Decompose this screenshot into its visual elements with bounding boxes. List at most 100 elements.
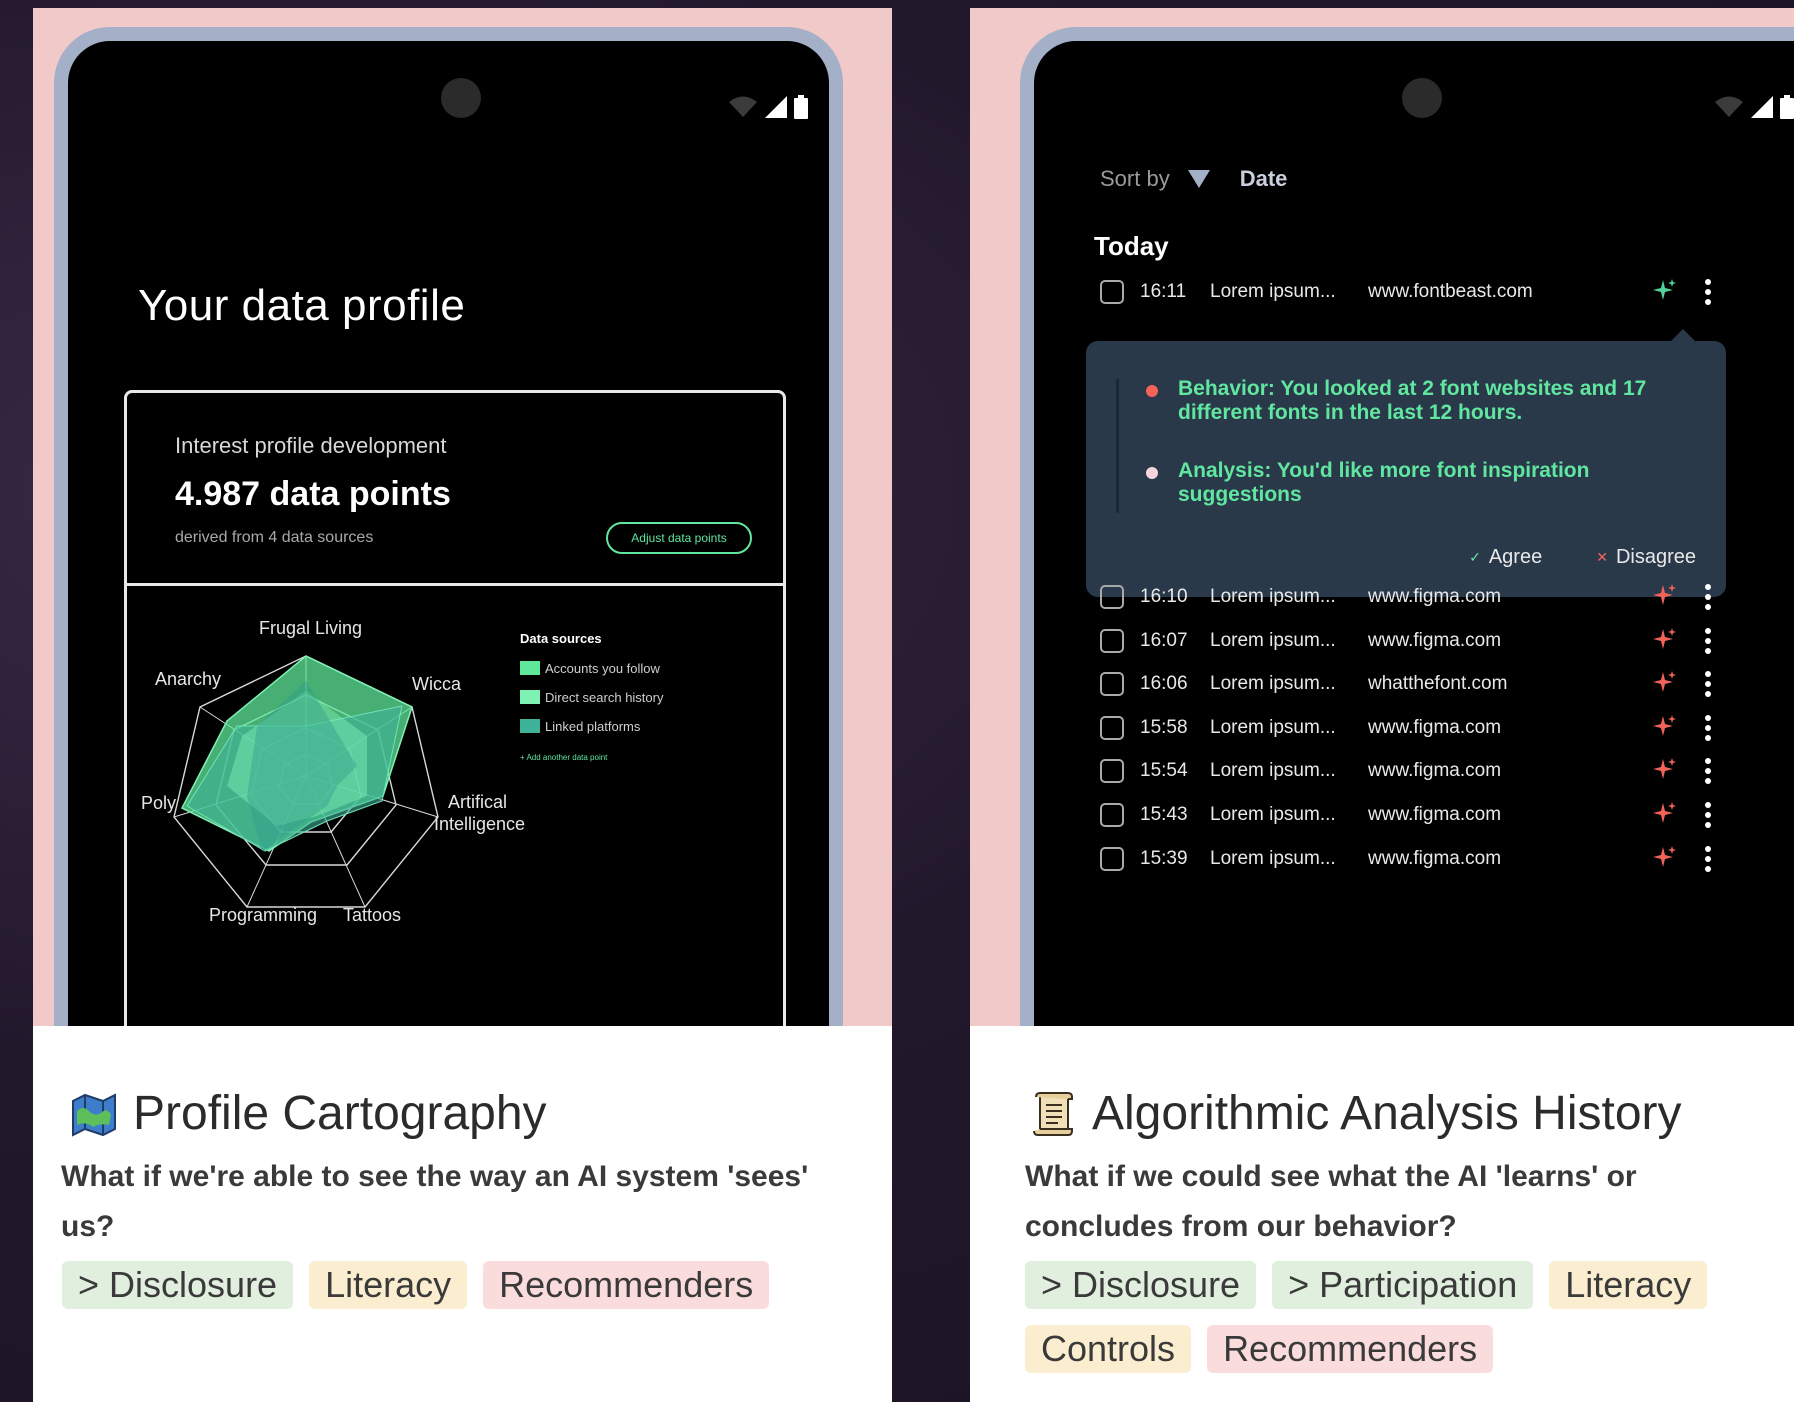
disagree-label: Disagree [1615,546,1696,568]
row-site: www.figma.com [1368,717,1502,738]
tag-recommenders[interactable]: Recommenders [1207,1325,1494,1373]
more-options-icon[interactable] [1704,583,1712,611]
sparkle-icon[interactable] [1652,845,1678,871]
signal-icon [765,96,787,118]
row-time: 15:58 [1140,717,1188,738]
card-title: Algorithmic Analysis History [1092,1087,1682,1140]
behavior-dot [1146,385,1158,397]
sparkle-icon[interactable] [1652,714,1678,740]
sparkle-icon[interactable] [1652,627,1678,653]
more-options-icon[interactable] [1704,845,1712,873]
popup-actions: ✓ Agree ✕ Disagree [1469,546,1696,569]
row-site: www.figma.com [1368,586,1502,607]
status-bar [1714,95,1794,119]
more-options-icon[interactable] [1704,627,1712,655]
row-checkbox[interactable] [1100,585,1124,609]
row-time: 15:39 [1140,848,1188,869]
sparkle-icon[interactable] [1652,278,1678,304]
legend-item-3: Linked platforms [545,719,641,734]
history-row[interactable]: 15:39 Lorem ipsum... www.figma.com [1100,839,1794,879]
row-checkbox[interactable] [1100,716,1124,740]
more-options-icon[interactable] [1704,670,1712,698]
row-description: Lorem ipsum... [1210,673,1336,694]
analysis-text: Analysis: You'd like more font inspirati… [1178,459,1590,506]
history-row[interactable]: 16:10 Lorem ipsum... www.figma.com [1100,577,1794,617]
add-data-point-link[interactable]: + Add another data point [520,753,608,762]
row-time: 16:06 [1140,673,1188,694]
legend-title: Data sources [520,631,602,646]
sparkle-icon[interactable] [1652,801,1678,827]
sparkle-icon[interactable] [1652,757,1678,783]
history-row[interactable]: 15:54 Lorem ipsum... www.figma.com [1100,751,1794,791]
legend-item-1: Accounts you follow [545,661,661,676]
more-options-icon[interactable] [1704,714,1712,742]
row-checkbox[interactable] [1100,759,1124,783]
derived-label: derived from 4 data sources [175,529,374,546]
phone-mockup: Your data profile Interest profile devel… [54,27,843,1026]
adjust-data-points-button[interactable]: Adjust data points [606,522,752,554]
tag-disclosure[interactable]: > Disclosure [1025,1261,1257,1309]
row-site: www.fontbeast.com [1368,281,1533,302]
card-title-row: Profile Cartography [69,1086,547,1141]
axis-label-tattoos: Tattoos [343,905,401,925]
sort-control[interactable]: Sort by Date [1100,166,1287,192]
legend-item-2: Direct search history [545,690,664,705]
close-icon: ✕ [1596,549,1608,565]
row-checkbox[interactable] [1100,280,1124,304]
card-info: Algorithmic Analysis History What if we … [970,1026,1794,1402]
row-site: whatthefont.com [1368,673,1508,694]
row-time: 15:54 [1140,760,1188,781]
tag-controls[interactable]: Controls [1025,1325,1192,1373]
axis-label-ai-line1: Artifical [448,792,507,812]
status-bar [728,95,808,119]
tag-disclosure[interactable]: > Disclosure [62,1261,294,1309]
agree-button[interactable]: ✓ Agree [1469,546,1542,569]
legend-swatch-1 [520,661,540,675]
history-row[interactable]: 16:07 Lorem ipsum... www.figma.com [1100,621,1794,661]
more-options-icon[interactable] [1704,278,1712,306]
row-checkbox[interactable] [1100,629,1124,653]
radar-chart: Frugal Living Wicca Artifical Intelligen… [141,618,664,925]
wifi-icon [729,96,757,117]
card-description: What if we're able to see the way an AI … [61,1160,809,1243]
sparkle-icon[interactable] [1652,583,1678,609]
wifi-icon [1715,96,1743,117]
row-time: 16:11 [1140,281,1187,302]
map-icon [72,1092,116,1137]
row-checkbox[interactable] [1100,803,1124,827]
analysis-dot [1146,467,1158,479]
row-checkbox[interactable] [1100,847,1124,871]
more-options-icon[interactable] [1704,801,1712,829]
more-options-icon[interactable] [1704,757,1712,785]
axis-label-ai-line2: Intelligence [434,814,525,834]
tag-participation[interactable]: > Participation [1272,1261,1534,1309]
history-row[interactable]: 16:11 Lorem ipsum... www.fontbeast.com [1100,272,1794,312]
caret-down-icon[interactable] [1187,170,1210,188]
camera-dot [441,78,481,118]
sparkle-icon[interactable] [1652,670,1678,696]
row-description: Lorem ipsum... [1210,760,1336,781]
card-profile-cartography[interactable]: Your data profile Interest profile devel… [33,8,892,1402]
agree-label: Agree [1488,546,1543,568]
row-description: Lorem ipsum... [1210,630,1336,651]
row-checkbox[interactable] [1100,672,1124,696]
row-time: 16:07 [1140,630,1188,651]
tag-literacy[interactable]: Literacy [309,1261,468,1309]
card-title: Profile Cartography [133,1087,547,1140]
row-time: 15:43 [1140,804,1188,825]
card-algorithmic-analysis-history[interactable]: Sort by Date Today 16:11 Lorem ipsum... … [970,8,1794,1402]
section-header-today: Today [1094,231,1169,261]
history-row[interactable]: 15:58 Lorem ipsum... www.figma.com [1100,708,1794,748]
tag-recommenders[interactable]: Recommenders [483,1261,770,1309]
history-row[interactable]: 16:06 Lorem ipsum... whatthefont.com [1100,664,1794,704]
row-time: 16:10 [1140,586,1188,607]
axis-label-anarchy: Anarchy [155,669,221,689]
disagree-button[interactable]: ✕ Disagree [1596,546,1696,569]
data-points-count: 4.987 data points [175,475,451,513]
camera-dot [1402,78,1442,118]
history-row[interactable]: 15:43 Lorem ipsum... www.figma.com [1100,795,1794,835]
battery-icon [1780,95,1794,119]
sort-value[interactable]: Date [1240,166,1288,192]
tag-literacy[interactable]: Literacy [1549,1261,1708,1309]
behavior-text: Behavior: You looked at 2 font websites … [1178,377,1647,424]
